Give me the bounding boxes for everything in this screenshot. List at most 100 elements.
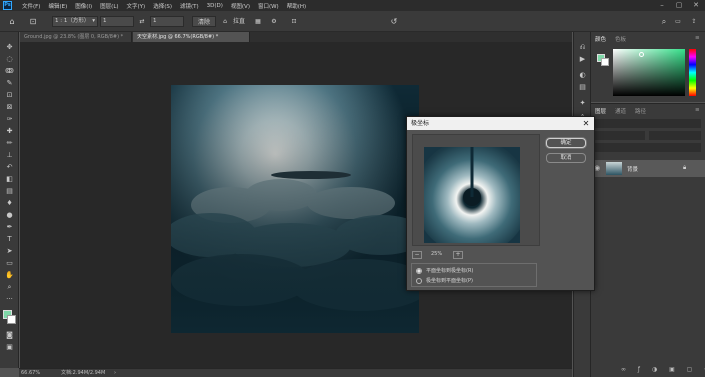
option-polar-to-rect[interactable]: 极坐标到平面坐标(P) xyxy=(416,277,473,284)
minimize-icon[interactable]: – xyxy=(654,0,670,11)
pen-icon[interactable]: ✒ xyxy=(3,222,16,232)
settings-gear-icon[interactable]: ⚙ xyxy=(268,16,280,27)
menu-select[interactable]: 选择(S) xyxy=(149,2,176,10)
zoom-in-button[interactable]: + xyxy=(453,251,463,259)
rectangle-tool-icon[interactable]: ▭ xyxy=(3,258,16,268)
clone-stamp-icon[interactable]: ⊥ xyxy=(3,150,16,160)
color-panel: 颜色 色板 ≡ xyxy=(591,32,705,102)
menu-filter[interactable]: 滤镜(T) xyxy=(176,2,203,10)
history-icon[interactable]: ⎌ xyxy=(576,42,589,52)
cancel-button[interactable]: 取消 xyxy=(546,153,586,163)
properties-icon[interactable]: ▤ xyxy=(576,82,589,92)
straighten-icon[interactable]: ⌂ xyxy=(220,16,230,27)
zoom-level[interactable]: 66.67% xyxy=(21,369,40,377)
menu-image[interactable]: 图像(I) xyxy=(71,2,96,10)
ratio-select[interactable]: 1 : 1（方形） ▾ xyxy=(52,16,98,27)
crop-tool-icon[interactable]: ⊡ xyxy=(26,16,40,27)
dodge-icon[interactable]: ● xyxy=(3,210,16,220)
zoom-tool-icon[interactable]: ⌕ xyxy=(3,282,16,292)
polar-coordinates-dialog: 极坐标 ✕ − 25% + 确定 取消 平面坐标到极坐标(R) 极坐标到平面坐标… xyxy=(406,116,595,291)
menu-layer[interactable]: 图层(L) xyxy=(96,2,122,10)
document-tabs: Ground.jpg @ 23.8% (图层 0, RGB/8#) * 天空素材… xyxy=(20,32,572,42)
clear-button[interactable]: 清除 xyxy=(192,16,216,27)
panel-menu-icon[interactable]: ≡ xyxy=(695,107,700,113)
chevron-right-icon[interactable]: › xyxy=(114,369,116,377)
option-rect-to-polar[interactable]: 平面坐标到极坐标(R) xyxy=(416,267,473,274)
hand-tool-icon[interactable]: ✋ xyxy=(3,270,16,280)
reset-icon[interactable]: ↺ xyxy=(388,16,400,27)
menu-file[interactable]: 文件(F) xyxy=(18,2,44,10)
background-color-swatch[interactable] xyxy=(7,315,16,324)
maximize-icon[interactable]: ▢ xyxy=(671,0,687,11)
height-field[interactable]: 1 xyxy=(150,16,184,27)
brush-settings-icon[interactable]: ✦ xyxy=(576,98,589,108)
menu-edit[interactable]: 编辑(E) xyxy=(44,2,71,10)
tab-ground[interactable]: Ground.jpg @ 23.8% (图层 0, RGB/8#) * xyxy=(20,32,132,42)
type-tool-icon[interactable]: T xyxy=(3,234,16,244)
tab-paths[interactable]: 路径 xyxy=(635,107,646,115)
radio-rect-to-polar[interactable] xyxy=(416,267,422,274)
move-tool-icon[interactable]: ✥ xyxy=(3,42,16,52)
tab-layers[interactable]: 图层 xyxy=(595,107,606,115)
screen-mode-icon[interactable]: ▣ xyxy=(3,342,16,352)
swap-icon[interactable]: ⇄ xyxy=(137,16,147,27)
brush-icon[interactable]: ✏ xyxy=(3,138,16,148)
close-icon[interactable]: ✕ xyxy=(581,117,591,130)
tools-panel: ✥ ◌ ↂ ✎ ⊡ ⊠ ✑ ✚ ✏ ⊥ ↶ ◧ ▤ ♦ ● ✒ T ➤ ▭ ✋ … xyxy=(0,32,19,368)
path-select-icon[interactable]: ➤ xyxy=(3,246,16,256)
eraser-icon[interactable]: ◧ xyxy=(3,174,16,184)
search-icon[interactable]: ⌕ xyxy=(658,16,670,27)
panel-menu-icon[interactable]: ≡ xyxy=(695,35,700,41)
grid-overlay-icon[interactable]: ▦ xyxy=(252,16,264,27)
workspace-icon[interactable]: ▭ xyxy=(672,16,684,27)
layers-footer-icons[interactable]: ∞ ƒ ◑ ▣ ▢ ✚ 🗑︎ xyxy=(621,366,705,373)
layers-panel: 图层 通道 路径 ≡ ◉ 背景 🔒︎ ∞ ƒ ◑ ▣ ▢ ✚ 🗑︎ xyxy=(591,103,705,377)
color-field[interactable] xyxy=(613,49,685,96)
tab-sky[interactable]: 天空素材.jpg @ 66.7%(RGB/8#) * xyxy=(133,32,250,42)
blur-icon[interactable]: ♦ xyxy=(3,198,16,208)
menu-help[interactable]: 帮助(H) xyxy=(283,2,310,10)
quick-select-icon[interactable]: ✎ xyxy=(3,78,16,88)
history-brush-icon[interactable]: ↶ xyxy=(3,162,16,172)
status-bar: 66.67% 文档:2.94M/2.94M › xyxy=(19,368,572,377)
frame-tool-icon[interactable]: ⊠ xyxy=(3,102,16,112)
menu-type[interactable]: 文字(Y) xyxy=(123,2,150,10)
hue-slider[interactable] xyxy=(689,49,696,96)
lock-icon: 🔒︎ xyxy=(683,164,687,171)
layer-row-background[interactable]: ◉ 背景 🔒︎ xyxy=(591,160,705,177)
blend-mode-select[interactable] xyxy=(595,131,645,140)
gradient-icon[interactable]: ▤ xyxy=(3,186,16,196)
crop-icon[interactable]: ⊡ xyxy=(3,90,16,100)
marquee-tool-icon[interactable]: ◌ xyxy=(3,54,16,64)
share-icon[interactable]: ⇪ xyxy=(688,16,700,27)
tab-swatches[interactable]: 色板 xyxy=(615,35,626,43)
tab-color[interactable]: 颜色 xyxy=(595,35,606,43)
ok-button[interactable]: 确定 xyxy=(546,138,586,148)
content-aware-icon[interactable]: ⊡ xyxy=(288,16,300,27)
sky-image[interactable] xyxy=(171,85,419,333)
quick-mask-icon[interactable]: ◙ xyxy=(3,330,16,340)
width-field[interactable]: 1 xyxy=(100,16,134,27)
zoom-out-button[interactable]: − xyxy=(412,251,422,259)
menu-window[interactable]: 窗口(W) xyxy=(254,2,283,10)
opacity-field[interactable] xyxy=(649,131,701,140)
more-tools-icon[interactable]: ··· xyxy=(3,294,16,304)
color-picker-marker[interactable] xyxy=(639,52,644,57)
menu-3d[interactable]: 3D(D) xyxy=(203,3,227,9)
preview-image[interactable] xyxy=(424,147,520,243)
dialog-title-bar[interactable]: 极坐标 xyxy=(407,117,594,130)
actions-play-icon[interactable]: ▶ xyxy=(576,54,589,64)
color-bg-swatch[interactable] xyxy=(601,58,609,66)
lasso-tool-icon[interactable]: ↂ xyxy=(3,66,16,76)
menu-view[interactable]: 视图(V) xyxy=(227,2,254,10)
straighten-button[interactable]: 拉直 xyxy=(230,16,248,27)
eyedropper-icon[interactable]: ✑ xyxy=(3,114,16,124)
home-icon[interactable]: ⌂ xyxy=(6,16,18,27)
preview-frame xyxy=(412,134,540,246)
close-icon[interactable]: ✕ xyxy=(688,0,704,11)
healing-brush-icon[interactable]: ✚ xyxy=(3,126,16,136)
tab-channels[interactable]: 通道 xyxy=(615,107,626,115)
layer-filter-bar[interactable] xyxy=(595,119,701,128)
radio-polar-to-rect[interactable] xyxy=(416,277,422,284)
adjustments-icon[interactable]: ◐ xyxy=(576,70,589,80)
